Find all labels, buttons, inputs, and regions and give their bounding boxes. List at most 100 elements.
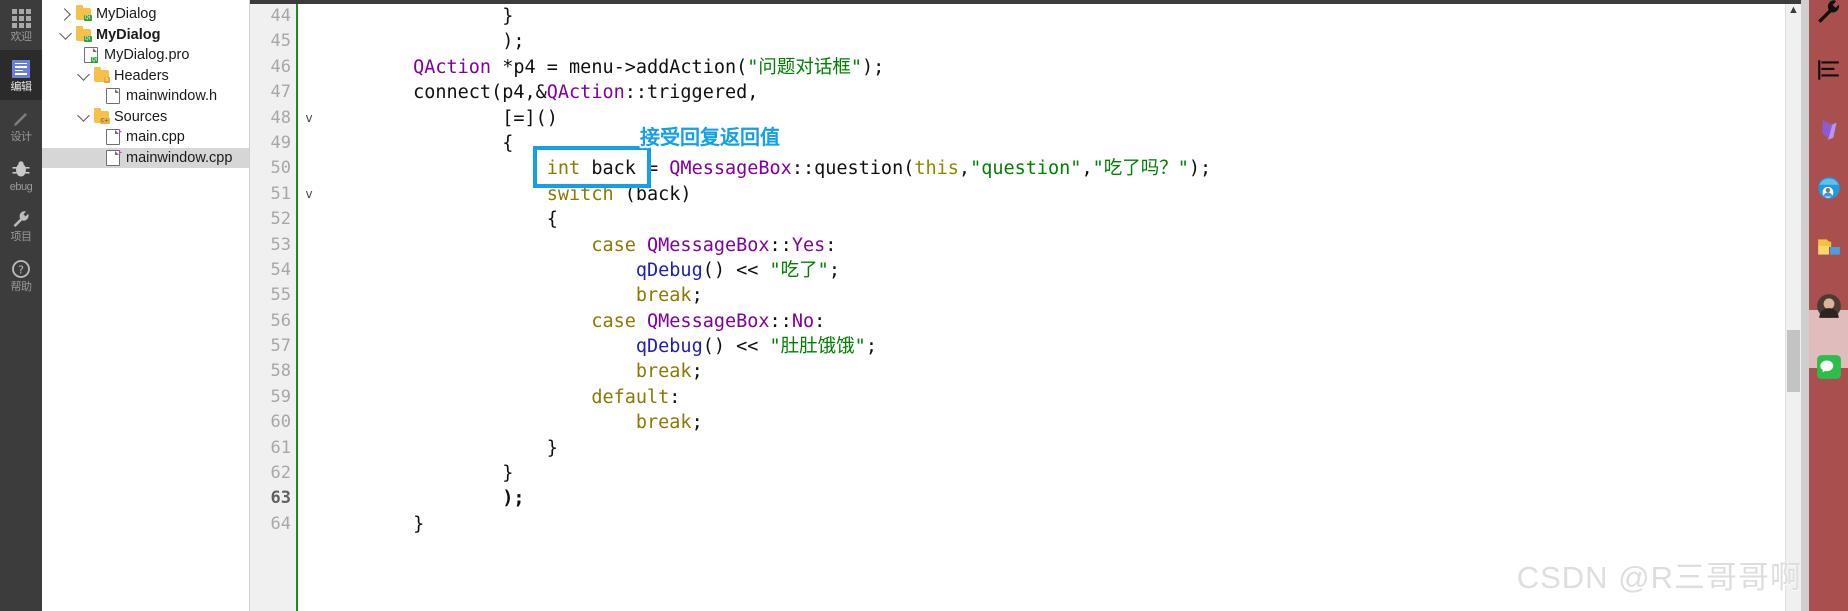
tree-row[interactable]: + main.cpp	[42, 127, 249, 148]
line-number: 47	[270, 82, 291, 103]
tree-row[interactable]: C+ Sources	[42, 107, 249, 128]
code-line-59[interactable]: default:	[320, 385, 1785, 410]
code-line-58[interactable]: break;	[320, 359, 1785, 384]
purple-ribbon-icon[interactable]	[1814, 114, 1844, 144]
headers-folder-icon: h	[92, 66, 110, 83]
mode-item-debug[interactable]: ebug	[0, 150, 42, 200]
code-line-51[interactable]: switch (back)	[320, 182, 1785, 207]
code-line-64[interactable]: }	[320, 512, 1785, 537]
code-line-60[interactable]: break;	[320, 410, 1785, 435]
csdn-watermark: CSDN @R三哥哥啊	[1516, 560, 1802, 595]
line-number: 54	[270, 259, 291, 280]
code-line-55[interactable]: break;	[320, 283, 1785, 308]
line-number: 55	[270, 285, 291, 306]
tree-row[interactable]: + mainwindow.cpp	[42, 147, 249, 168]
tree-item-label: MyDialog	[96, 26, 161, 43]
mode-item-welcome[interactable]: 欢迎	[0, 0, 42, 50]
line-number: 56	[270, 310, 291, 331]
code-line-49[interactable]: {	[320, 131, 1785, 156]
mode-label-edit: 编辑	[10, 80, 32, 93]
code-line-56[interactable]: case QMessageBox::No:	[320, 309, 1785, 334]
tree-item-label: Sources	[114, 108, 168, 125]
code-line-50[interactable]: int back = QMessageBox::question(this,"q…	[320, 156, 1785, 181]
code-line-53[interactable]: case QMessageBox::Yes:	[320, 233, 1785, 258]
grid-icon	[10, 8, 32, 30]
line-number: 59	[270, 386, 291, 407]
chevron-right-icon[interactable]	[56, 7, 74, 21]
code-line-52[interactable]: {	[320, 207, 1785, 232]
tree-item-label: mainwindow.h	[126, 88, 218, 105]
code-line-44[interactable]: }	[320, 4, 1785, 29]
tree-row[interactable]: Qt MyDialog.pro	[42, 45, 249, 66]
line-number: 58	[270, 361, 291, 382]
code-line-63[interactable]: );	[320, 486, 1785, 511]
project-tree-pane: Qt MyDialog Qt MyDialog Qt MyDialog.pro …	[42, 0, 250, 611]
tree-row[interactable]: Qt MyDialog	[42, 25, 249, 46]
line-number-gutter: 44 45 46 47 48 49 50 51 52 53 54 55 56 5…	[250, 0, 298, 611]
blue-globe-person-icon[interactable]	[1814, 173, 1844, 203]
mode-label-welcome: 欢迎	[10, 30, 32, 43]
design-pencil-icon	[10, 108, 32, 130]
line-number: 53	[270, 234, 291, 255]
tree-item-label: main.cpp	[126, 129, 185, 146]
qt-creator-window: 欢迎 编辑 设计 ebug 项目 ? 帮助 Qt MyDialog Qt MyD…	[0, 0, 1848, 611]
code-line-46[interactable]: QAction *p4 = menu->addAction("问题对话框");	[320, 55, 1785, 80]
line-number: 46	[270, 56, 291, 77]
sources-folder-icon: C+	[92, 107, 110, 124]
wechat-green-icon[interactable]	[1814, 352, 1844, 382]
mode-item-help[interactable]: ? 帮助	[0, 250, 42, 300]
code-text-area[interactable]: } ); QAction *p4 = menu->addAction("问题对话…	[320, 0, 1785, 611]
debug-bug-icon	[10, 158, 32, 180]
mode-item-projects[interactable]: 项目	[0, 200, 42, 250]
code-editor[interactable]: 44 45 46 47 48 49 50 51 52 53 54 55 56 5…	[250, 0, 1801, 611]
line-number: 60	[270, 412, 291, 433]
window-edge	[1801, 0, 1809, 611]
chevron-down-icon[interactable]	[74, 67, 92, 81]
project-wrench-icon	[10, 208, 32, 230]
code-line-47[interactable]: connect(p4,&QAction::triggered,	[320, 80, 1785, 105]
code-line-45[interactable]: );	[320, 29, 1785, 54]
editor-vertical-scrollbar[interactable]: ▲	[1785, 0, 1801, 611]
help-question-icon: ?	[10, 258, 32, 280]
mode-item-design[interactable]: 设计	[0, 100, 42, 150]
pro-file-icon: Qt	[82, 47, 100, 64]
tree-row[interactable]: h Headers	[42, 66, 249, 87]
line-number: 52	[270, 209, 291, 230]
avatar-photo-icon[interactable]	[1814, 291, 1844, 321]
tree-row[interactable]: Qt MyDialog	[42, 4, 249, 25]
line-number: 61	[270, 437, 291, 458]
mode-selector-bar: 欢迎 编辑 设计 ebug 项目 ? 帮助	[0, 0, 42, 611]
qt-folder-icon: Qt	[74, 5, 92, 22]
line-number: 44	[270, 6, 291, 26]
list-lines-icon[interactable]	[1814, 55, 1844, 85]
wrench-tool-icon[interactable]	[1814, 0, 1844, 26]
line-number: 62	[270, 463, 291, 484]
tree-row[interactable]: mainwindow.h	[42, 86, 249, 107]
scrollbar-thumb[interactable]	[1787, 330, 1800, 392]
fold-marker-48[interactable]: v	[298, 106, 320, 131]
code-line-48[interactable]: [=]()	[320, 106, 1785, 131]
chevron-down-icon[interactable]	[74, 108, 92, 122]
code-line-54[interactable]: qDebug() << "吃了";	[320, 258, 1785, 283]
code-line-61[interactable]: }	[320, 436, 1785, 461]
qt-folder-icon: Qt	[74, 25, 92, 42]
code-line-62[interactable]: }	[320, 461, 1785, 486]
editor-top-strip	[250, 0, 1801, 4]
file-explorer-icon[interactable]	[1814, 232, 1844, 262]
mode-label-design: 设计	[10, 130, 32, 143]
fold-marker-51[interactable]: v	[298, 182, 320, 207]
line-number: 51	[270, 183, 291, 204]
code-line-57[interactable]: qDebug() << "肚肚饿饿";	[320, 334, 1785, 359]
scroll-up-arrow-icon[interactable]: ▲	[1786, 4, 1801, 16]
chevron-down-icon[interactable]	[56, 26, 74, 40]
mode-item-edit[interactable]: 编辑	[0, 50, 42, 100]
